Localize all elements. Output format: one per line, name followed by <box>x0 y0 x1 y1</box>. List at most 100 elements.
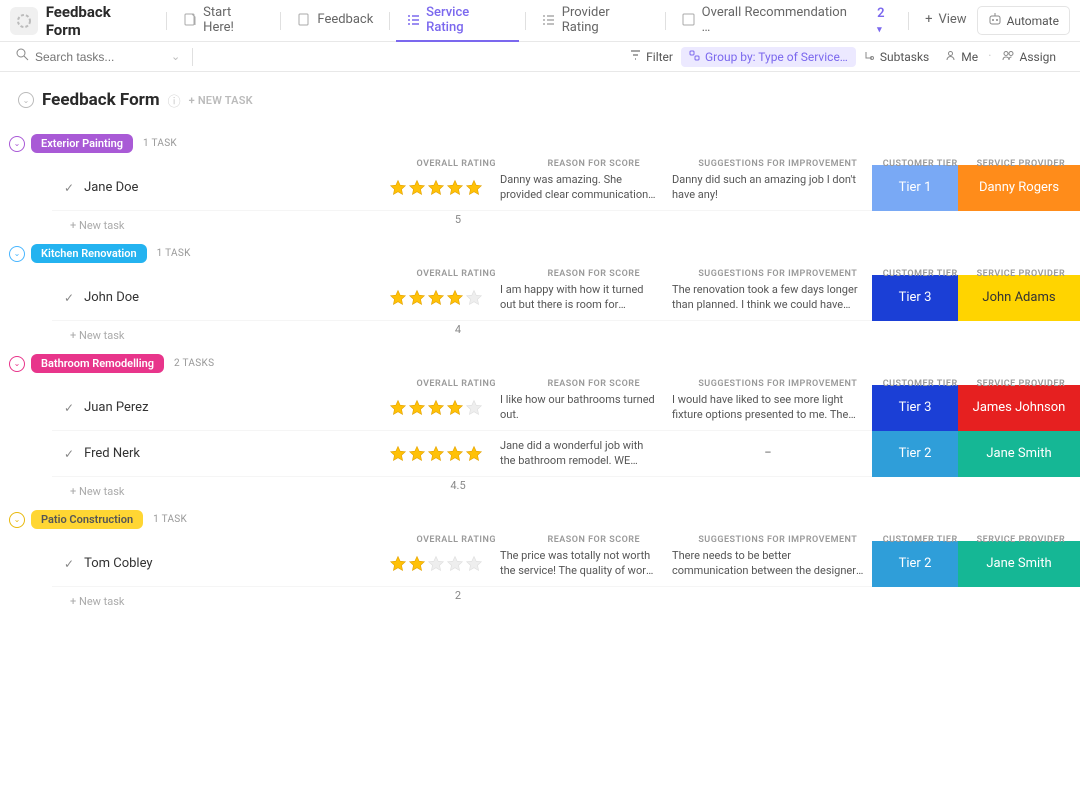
group-header: ⌄ Kitchen Renovation 1 TASK <box>32 238 1080 269</box>
cell-reason[interactable]: I am happy with how it turned out but th… <box>492 275 664 321</box>
task-row[interactable]: ✓ Juan Perez I like how our bathrooms tu… <box>52 385 1080 431</box>
cell-suggestions[interactable]: Danny did such an amazing job I don't ha… <box>664 165 872 211</box>
cell-suggestions[interactable]: I would have liked to see more light fix… <box>664 385 872 431</box>
add-view-button[interactable]: + View <box>915 0 977 42</box>
cell-suggestions[interactable]: – <box>664 431 872 477</box>
info-icon[interactable]: ⓘ <box>168 91 181 110</box>
automate-label: Automate <box>1007 14 1059 28</box>
cell-customer-tier[interactable]: Tier 2 <box>872 541 958 587</box>
cell-service-provider[interactable]: Jane Smith <box>958 431 1080 477</box>
tab-provider-rating[interactable]: Provider Rating <box>532 0 659 42</box>
collapse-group-icon[interactable]: ⌄ <box>9 512 25 528</box>
col-overall-rating[interactable]: OVERALL RATING <box>402 379 510 389</box>
cell-customer-tier[interactable]: Tier 3 <box>872 275 958 321</box>
col-suggestions[interactable]: SUGGESTIONS FOR IMPROVEMENT <box>677 379 878 389</box>
cell-reason[interactable]: The price was totally not worth the serv… <box>492 541 664 587</box>
task-row[interactable]: ✓ Jane Doe Danny was amazing. She provid… <box>52 165 1080 211</box>
cell-suggestions[interactable]: The renovation took a few days longer th… <box>664 275 872 321</box>
cell-reason[interactable]: I like how our bathrooms turned out. <box>492 385 664 431</box>
task-row[interactable]: ✓ Fred Nerk Jane did a wonderful job wit… <box>52 431 1080 477</box>
col-reason[interactable]: REASON FOR SCORE <box>510 159 677 169</box>
filter-button[interactable]: Filter <box>622 47 681 67</box>
col-reason[interactable]: REASON FOR SCORE <box>510 379 677 389</box>
group-chip[interactable]: Exterior Painting <box>31 134 133 153</box>
cell-overall-rating[interactable] <box>380 385 492 431</box>
col-suggestions[interactable]: SUGGESTIONS FOR IMPROVEMENT <box>677 535 878 545</box>
task-group: ⌄ Patio Construction 1 TASK OVERALL RATI… <box>32 498 1080 602</box>
cell-suggestions[interactable]: There needs to be better communication b… <box>664 541 872 587</box>
robot-icon <box>988 12 1002 29</box>
tab-start-here[interactable]: Start Here! <box>173 0 274 42</box>
collapse-all-icon[interactable]: ⌄ <box>18 92 34 108</box>
check-icon[interactable]: ✓ <box>64 447 74 461</box>
cell-overall-rating[interactable] <box>380 275 492 321</box>
task-row[interactable]: ✓ Tom Cobley The price was totally not w… <box>52 541 1080 587</box>
filter-label: Filter <box>646 50 673 64</box>
col-suggestions[interactable]: SUGGESTIONS FOR IMPROVEMENT <box>677 159 878 169</box>
plus-icon: + <box>925 12 932 27</box>
chevron-down-icon: ▾ <box>877 25 882 35</box>
cell-customer-tier[interactable]: Tier 1 <box>872 165 958 211</box>
check-icon[interactable]: ✓ <box>64 291 74 305</box>
cell-reason[interactable]: Danny was amazing. She provid­ed clear c… <box>492 165 664 211</box>
cell-service-provider[interactable]: John Adams <box>958 275 1080 321</box>
new-task-row[interactable]: + New task <box>52 587 1080 615</box>
col-suggestions[interactable]: SUGGESTIONS FOR IMPROVEMENT <box>677 269 878 279</box>
tab-feedback[interactable]: Feedback <box>287 0 383 42</box>
group-chip[interactable]: Patio Construction <box>31 510 143 529</box>
col-service-provider[interactable]: SERVICE PROVIDER <box>962 159 1080 169</box>
col-overall-rating[interactable]: OVERALL RATING <box>402 535 510 545</box>
me-button[interactable]: Me <box>937 47 986 67</box>
group-header: ⌄ Patio Construction 1 TASK <box>32 504 1080 535</box>
col-customer-tier[interactable]: CUSTOMER TIER <box>879 159 962 169</box>
collapse-group-icon[interactable]: ⌄ <box>9 356 25 372</box>
people-icon <box>1002 50 1015 64</box>
cell-overall-rating[interactable] <box>380 165 492 211</box>
col-service-provider[interactable]: SERVICE PROVIDER <box>962 269 1080 279</box>
star-filled-icon <box>408 555 426 573</box>
task-count: 2 TASKS <box>174 358 214 369</box>
chevron-down-icon[interactable]: ⌄ <box>171 50 180 63</box>
cell-service-provider[interactable]: Danny Rogers <box>958 165 1080 211</box>
tab-service-rating[interactable]: Service Rating <box>396 0 519 42</box>
cell-overall-rating[interactable] <box>380 431 492 477</box>
cell-overall-rating[interactable] <box>380 541 492 587</box>
star-filled-icon <box>408 179 426 197</box>
cell-customer-tier[interactable]: Tier 3 <box>872 385 958 431</box>
cell-service-provider[interactable]: Jane Smith <box>958 541 1080 587</box>
col-customer-tier[interactable]: CUSTOMER TIER <box>879 535 962 545</box>
star-filled-icon <box>389 555 407 573</box>
search-input[interactable] <box>35 50 165 64</box>
tabs-more-dropdown[interactable]: 2 ▾ <box>867 6 902 36</box>
group-chip[interactable]: Bathroom Remodelling <box>31 354 164 373</box>
col-customer-tier[interactable]: CUSTOMER TIER <box>879 379 962 389</box>
col-reason[interactable]: REASON FOR SCORE <box>510 535 677 545</box>
col-overall-rating[interactable]: OVERALL RATING <box>402 159 510 169</box>
col-customer-tier[interactable]: CUSTOMER TIER <box>879 269 962 279</box>
check-icon[interactable]: ✓ <box>64 181 74 195</box>
assign-button[interactable]: Assign <box>994 47 1065 67</box>
search-wrap: ⌄ <box>16 48 186 65</box>
check-icon[interactable]: ✓ <box>64 401 74 415</box>
task-row[interactable]: ✓ John Doe I am happy with how it turned… <box>52 275 1080 321</box>
group-chip[interactable]: Kitchen Renovation <box>31 244 147 263</box>
star-filled-icon <box>389 289 407 307</box>
col-service-provider[interactable]: SERVICE PROVIDER <box>962 535 1080 545</box>
group-by-button[interactable]: Group by: Type of Service… <box>681 47 856 67</box>
automate-button[interactable]: Automate <box>977 6 1070 35</box>
collapse-group-icon[interactable]: ⌄ <box>9 246 25 262</box>
check-icon[interactable]: ✓ <box>64 557 74 571</box>
cell-reason[interactable]: Jane did a wonderful job with the bathro… <box>492 431 664 477</box>
me-label: Me <box>961 50 978 64</box>
task-name: Juan Perez <box>84 400 344 415</box>
subtasks-button[interactable]: Subtasks <box>856 47 937 67</box>
cell-service-provider[interactable]: James Johnson <box>958 385 1080 431</box>
col-service-provider[interactable]: SERVICE PROVIDER <box>962 379 1080 389</box>
col-reason[interactable]: REASON FOR SCORE <box>510 269 677 279</box>
new-task-button[interactable]: + NEW TASK <box>189 94 253 107</box>
group-header: ⌄ Exterior Painting 1 TASK <box>32 128 1080 159</box>
cell-customer-tier[interactable]: Tier 2 <box>872 431 958 477</box>
collapse-group-icon[interactable]: ⌄ <box>9 136 25 152</box>
tab-overall-recommendation[interactable]: Overall Recommendation … <box>672 0 867 42</box>
col-overall-rating[interactable]: OVERALL RATING <box>402 269 510 279</box>
